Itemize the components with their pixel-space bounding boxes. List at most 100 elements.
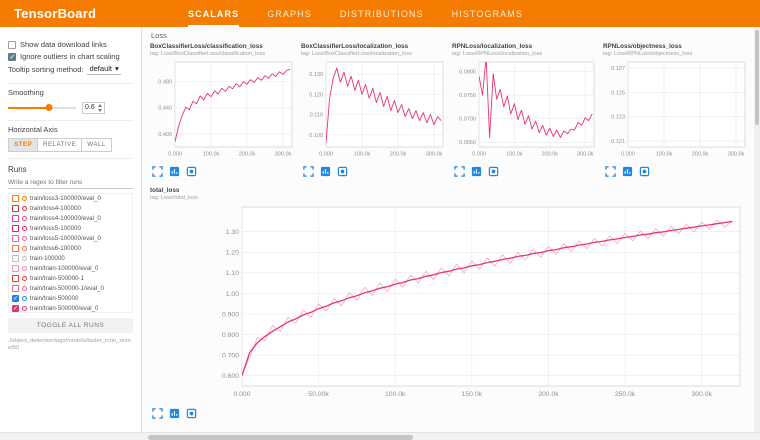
run-checkbox[interactable] — [12, 215, 19, 222]
axis-wall-button[interactable]: WALL — [81, 138, 112, 152]
run-row[interactable]: train/loss3-100000/eval_0 — [9, 194, 132, 204]
run-row[interactable]: train/train-500000/eval_0 — [9, 304, 132, 313]
svg-text:50.00k: 50.00k — [308, 391, 329, 398]
run-color-swatch-icon — [22, 246, 27, 251]
tag-group-header[interactable]: Loss — [151, 31, 750, 40]
axis-step-button[interactable]: STEP — [8, 138, 38, 152]
svg-text:0.120: 0.120 — [309, 92, 323, 98]
run-checkbox[interactable] — [12, 235, 19, 242]
app-logo[interactable]: TensorBoard — [0, 0, 142, 27]
run-row[interactable]: train-100000 — [9, 254, 132, 264]
pin-button[interactable] — [184, 166, 198, 178]
chart-plot-rpn-localization-loss[interactable]: 0.06500.07000.07500.08000.000100.0k200.0… — [452, 59, 598, 159]
horizontal-scrollbar[interactable] — [0, 432, 760, 440]
run-label: train/loss4-100000/eval_0 — [30, 215, 101, 222]
run-row[interactable]: train/loss5-100000/eval_0 — [9, 234, 132, 244]
chart-plot-rpn-objectness-loss[interactable]: 0.1210.1230.1250.1270.000100.0k200.0k300… — [603, 59, 749, 159]
run-color-swatch-icon — [22, 236, 27, 241]
show-download-links-label: Show data download links — [20, 40, 107, 49]
svg-text:200.0k: 200.0k — [390, 152, 407, 158]
run-checkbox[interactable] — [12, 285, 19, 292]
chart-title: total_loss — [150, 187, 750, 194]
ignore-outliers-checkbox[interactable] — [8, 53, 16, 61]
svg-text:200.0k: 200.0k — [538, 391, 559, 398]
fit-domain-button[interactable] — [318, 166, 332, 178]
show-download-links-checkbox[interactable] — [8, 41, 16, 49]
fullscreen-button[interactable] — [603, 166, 617, 178]
run-filter-input[interactable] — [8, 177, 133, 189]
svg-text:0.0650: 0.0650 — [459, 140, 476, 146]
show-download-links-row[interactable]: Show data download links — [8, 40, 133, 49]
smoothing-value-box[interactable]: 0.6 — [82, 102, 105, 114]
run-checkbox[interactable] — [12, 245, 19, 252]
run-label: train/train-500000/eval_0 — [30, 305, 98, 312]
run-row[interactable]: train/loss4-100000/eval_0 — [9, 214, 132, 224]
vertical-scrollbar[interactable] — [754, 27, 760, 432]
tab-graphs[interactable]: GRAPHS — [267, 0, 312, 27]
tab-graphs-label: GRAPHS — [267, 9, 312, 19]
run-checkbox[interactable] — [12, 275, 19, 282]
fullscreen-button[interactable] — [452, 166, 466, 178]
run-checkbox[interactable] — [12, 195, 19, 202]
smoothing-slider-thumb[interactable] — [45, 104, 52, 111]
run-row[interactable]: train/loss4-100000 — [9, 204, 132, 214]
pin-button[interactable] — [335, 166, 349, 178]
tooltip-sorting-select[interactable]: default ▾ — [87, 64, 120, 75]
smoothing-slider[interactable] — [8, 107, 76, 109]
tab-distributions[interactable]: DISTRIBUTIONS — [340, 0, 424, 27]
svg-text:0.130: 0.130 — [309, 72, 323, 78]
svg-text:200.0k: 200.0k — [239, 152, 256, 158]
svg-text:150.0k: 150.0k — [462, 391, 483, 398]
ignore-outliers-label: Ignore outliers in chart scaling — [20, 52, 120, 61]
fit-domain-button[interactable] — [167, 166, 181, 178]
horizontal-scrollbar-thumb[interactable] — [148, 435, 413, 440]
fullscreen-button[interactable] — [301, 166, 315, 178]
fullscreen-button[interactable] — [150, 166, 164, 178]
pin-button[interactable] — [184, 408, 198, 420]
run-checkbox[interactable] — [12, 255, 19, 262]
svg-text:300.0k: 300.0k — [426, 152, 443, 158]
svg-text:0.480: 0.480 — [158, 80, 172, 86]
run-checkbox[interactable] — [12, 305, 19, 312]
chart-plot-classification-loss[interactable]: 0.4000.4400.4800.000100.0k200.0k300.0k — [150, 59, 296, 159]
axis-relative-button[interactable]: RELATIVE — [37, 138, 82, 152]
pin-button[interactable] — [486, 166, 500, 178]
ignore-outliers-row[interactable]: Ignore outliers in chart scaling — [8, 52, 133, 61]
smoothing-slider-fill — [8, 107, 49, 109]
run-row[interactable]: train/loss6-100000 — [9, 244, 132, 254]
horizontal-axis-buttons: STEP RELATIVE WALL — [8, 138, 133, 152]
run-checkbox[interactable] — [12, 265, 19, 272]
pin-button[interactable] — [637, 166, 651, 178]
chart-actions — [150, 166, 296, 178]
fullscreen-button[interactable] — [150, 408, 164, 420]
run-checkbox[interactable] — [12, 205, 19, 212]
fit-domain-button[interactable] — [620, 166, 634, 178]
svg-text:0.110: 0.110 — [310, 113, 323, 119]
run-checkbox[interactable] — [12, 295, 19, 302]
run-row[interactable]: train/train-500000-1 — [9, 274, 132, 284]
general-settings-section: Show data download links Ignore outliers… — [8, 33, 133, 84]
toggle-all-runs-button[interactable]: TOGGLE ALL RUNS — [8, 318, 133, 333]
fit-domain-button[interactable] — [469, 166, 483, 178]
chart-plot-box-localization-loss[interactable]: 0.1000.1100.1200.1300.000100.0k200.0k300… — [301, 59, 447, 159]
smoothing-value: 0.6 — [85, 104, 95, 111]
svg-text:0.125: 0.125 — [611, 90, 625, 96]
svg-text:100.0k: 100.0k — [203, 152, 220, 158]
svg-text:1.20: 1.20 — [226, 250, 239, 257]
tab-scalars[interactable]: SCALARS — [188, 0, 239, 27]
run-checkbox[interactable] — [12, 225, 19, 232]
run-row[interactable]: train/train-100000/eval_0 — [9, 264, 132, 274]
run-color-swatch-icon — [22, 206, 27, 211]
chart-title: BoxClassifierLoss/localization_loss — [301, 43, 447, 50]
run-row[interactable]: train/loss5-100000 — [9, 224, 132, 234]
tab-histograms[interactable]: HISTOGRAMS — [452, 0, 523, 27]
run-row[interactable]: train/train-500000 — [9, 294, 132, 304]
fit-domain-button[interactable] — [167, 408, 181, 420]
run-row[interactable]: train/train-500000-1/eval_0 — [9, 284, 132, 294]
vertical-scrollbar-thumb[interactable] — [755, 30, 759, 125]
run-list[interactable]: train/loss3-100000/eval_0train/loss4-100… — [8, 193, 133, 313]
stepper-arrows-icon[interactable] — [98, 104, 102, 112]
chart-plot-total-loss[interactable]: 0.6000.7000.8000.9001.001.101.201.300.00… — [150, 203, 748, 401]
svg-text:0.121: 0.121 — [611, 139, 625, 145]
tab-distributions-label: DISTRIBUTIONS — [340, 9, 424, 19]
